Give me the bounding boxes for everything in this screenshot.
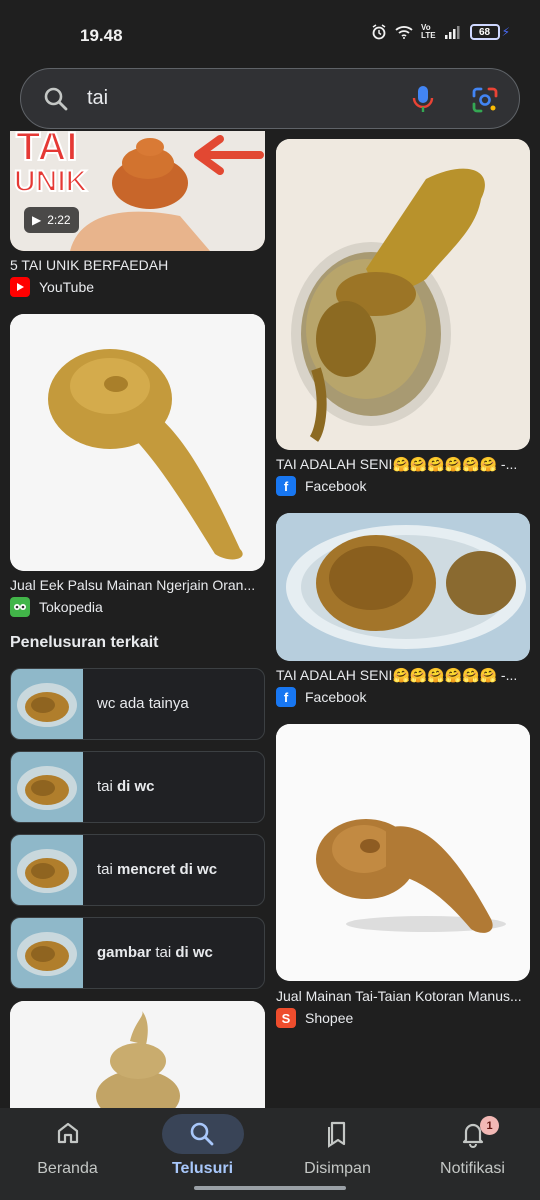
bookmark-icon: [328, 1121, 346, 1148]
volte-icon: Vo LTE: [421, 23, 436, 40]
status-icons: Vo LTE 68 ⚡: [371, 24, 510, 40]
google-lens-icon[interactable]: [471, 86, 499, 114]
related-search-item[interactable]: tai mencret di wc: [10, 834, 265, 906]
battery-level: 68: [469, 24, 500, 40]
result-image-video[interactable]: TAI UNIK ▶ 2:22: [10, 131, 265, 251]
result-thumbnail: [10, 314, 265, 571]
search-icon: [190, 1122, 214, 1146]
source-label: Shopee: [305, 1010, 354, 1026]
status-time: 19.48: [80, 26, 123, 45]
charging-icon: ⚡: [501, 25, 510, 39]
result-title[interactable]: Jual Eek Palsu Mainan Ngerjain Oran...: [10, 577, 265, 593]
related-thumbnail: [11, 835, 83, 905]
search-icon[interactable]: [43, 86, 69, 112]
battery-icon: 68 ⚡: [469, 24, 510, 40]
nav-item-notifikasi[interactable]: 1 Notifikasi: [405, 1108, 540, 1200]
nav-label: Disimpan: [304, 1160, 371, 1177]
result-source[interactable]: S Shopee: [276, 1008, 353, 1028]
source-label: Tokopedia: [39, 599, 103, 615]
result-title[interactable]: TAI ADALAH SENI🤗🤗🤗🤗🤗🤗 -...: [276, 667, 530, 684]
result-source[interactable]: f Facebook: [276, 687, 366, 707]
result-image[interactable]: [10, 1001, 265, 1108]
related-search-label: gambar tai di wc: [97, 944, 213, 961]
gesture-bar[interactable]: [194, 1186, 346, 1190]
result-image[interactable]: [10, 314, 265, 571]
result-thumbnail: [276, 513, 530, 661]
shopee-icon: S: [276, 1008, 296, 1028]
related-search-label: tai di wc: [97, 778, 155, 795]
youtube-icon: [10, 277, 30, 297]
result-source[interactable]: YouTube: [10, 277, 94, 297]
results-grid: TAI UNIK ▶ 2:22 5 TAI UNIK BERFAEDAH You…: [0, 131, 540, 1108]
tokopedia-icon: [10, 597, 30, 617]
related-thumbnail: [11, 752, 83, 822]
related-thumbnail: [11, 918, 83, 988]
nav-label: Beranda: [37, 1160, 98, 1177]
wifi-icon: [395, 26, 413, 39]
thumbnail-text-2: UNIK: [13, 164, 88, 199]
result-image[interactable]: [276, 513, 530, 661]
video-duration-badge: ▶ 2:22: [24, 207, 79, 233]
source-label: YouTube: [39, 279, 95, 295]
result-thumbnail: [10, 1001, 265, 1108]
result-title[interactable]: TAI ADALAH SENI🤗🤗🤗🤗🤗🤗 -...: [276, 456, 530, 473]
result-title[interactable]: 5 TAI UNIK BERFAEDAH: [10, 257, 265, 273]
related-search-label: wc ada tainya: [97, 695, 189, 712]
nav-label: Telusuri: [171, 1160, 234, 1177]
search-input[interactable]: tai: [87, 87, 108, 110]
nav-item-beranda[interactable]: Beranda: [0, 1108, 135, 1200]
related-thumbnail: [11, 669, 83, 739]
signal-icon: [444, 26, 460, 39]
nav-label: Notifikasi: [440, 1160, 505, 1177]
status-bar: 19.48 Vo LTE 68 ⚡: [0, 0, 540, 64]
source-label: Facebook: [305, 689, 367, 705]
play-icon: ▶: [32, 213, 42, 227]
related-search-item[interactable]: gambar tai di wc: [10, 917, 265, 989]
result-image[interactable]: [276, 139, 530, 450]
alarm-icon: [372, 24, 386, 40]
mic-icon[interactable]: [411, 84, 435, 114]
result-thumbnail: [276, 139, 530, 450]
related-search-item[interactable]: wc ada tainya: [10, 668, 265, 740]
home-icon: [57, 1122, 79, 1144]
facebook-icon: f: [276, 687, 296, 707]
result-thumbnail: [276, 724, 530, 981]
result-source[interactable]: Tokopedia: [10, 597, 103, 617]
facebook-icon: f: [276, 476, 296, 496]
notification-badge: 1: [480, 1116, 499, 1135]
result-title[interactable]: Jual Mainan Tai-Taian Kotoran Manus...: [276, 988, 530, 1004]
related-searches-heading: Penelusuran terkait: [10, 634, 159, 651]
result-source[interactable]: f Facebook: [276, 476, 366, 496]
related-search-item[interactable]: tai di wc: [10, 751, 265, 823]
related-search-label: tai mencret di wc: [97, 861, 218, 878]
result-image[interactable]: [276, 724, 530, 981]
source-label: Facebook: [305, 478, 367, 494]
search-bar[interactable]: tai: [20, 68, 520, 129]
video-duration: 2:22: [47, 213, 71, 227]
